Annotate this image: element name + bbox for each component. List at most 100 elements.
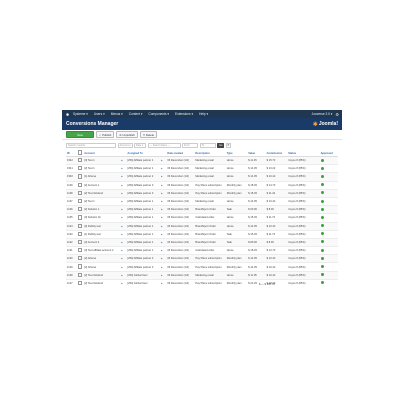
- info-icon[interactable]: ◈: [121, 274, 123, 277]
- user-menu[interactable]: Jooverse 2.0 ▾: [312, 112, 333, 116]
- info-icon[interactable]: ◈: [121, 241, 123, 244]
- info-icon[interactable]: ◈: [161, 282, 163, 285]
- menu-help[interactable]: Help ▾: [199, 112, 208, 116]
- info-icon[interactable]: ◈: [121, 167, 123, 170]
- cell-approved[interactable]: [319, 270, 338, 280]
- info-icon[interactable]: ◈: [121, 233, 123, 236]
- table-row[interactable]: 1542 [3] Test 1 ◈ [254] Affiliate partner 1…: [66, 155, 338, 165]
- menu-components[interactable]: Components ▾: [148, 112, 169, 116]
- published-icon[interactable]: [320, 183, 324, 187]
- info-icon[interactable]: ◈: [161, 249, 163, 252]
- info-icon[interactable]: ◈: [161, 159, 163, 162]
- menu-system[interactable]: Systeme ▾: [73, 112, 88, 116]
- info-icon[interactable]: ◈: [121, 216, 123, 219]
- joomla-icon[interactable]: ✱: [65, 112, 70, 117]
- cell-approved[interactable]: [319, 278, 338, 287]
- published-icon[interactable]: [320, 207, 324, 211]
- to-date-input[interactable]: To: [199, 142, 216, 148]
- info-icon[interactable]: ◈: [161, 257, 163, 260]
- cell-account[interactable]: [2] Test 1: [83, 164, 120, 173]
- cell-account[interactable]: [2] Athena: [83, 254, 120, 263]
- delete-button[interactable]: ✕ Delete: [139, 130, 158, 139]
- cell-approved[interactable]: [319, 213, 338, 222]
- cell-account[interactable]: [2] Test 1: [83, 196, 120, 206]
- info-icon[interactable]: ◈: [121, 257, 123, 260]
- table-row[interactable]: 1139 [2] Account 1 ◈ [254] Affiliate partne…: [66, 180, 338, 190]
- row-select-checkbox[interactable]: [77, 190, 82, 195]
- info-icon[interactable]: ◈: [121, 208, 123, 211]
- published-icon[interactable]: [320, 215, 324, 219]
- info-icon[interactable]: ◈: [161, 216, 163, 219]
- table-row[interactable]: 1138 [2] Test dividend ◈ [254] Affiliate pa…: [66, 188, 338, 198]
- row-select-checkbox[interactable]: [77, 198, 82, 204]
- menu-content[interactable]: Content ▾: [129, 112, 143, 116]
- cell-assigned-to[interactable]: [254] Affiliate partner 1: [126, 205, 160, 214]
- published-icon[interactable]: [320, 158, 324, 162]
- info-icon[interactable]: ◈: [161, 192, 163, 195]
- published-icon[interactable]: [320, 256, 324, 260]
- published-icon[interactable]: [320, 191, 324, 195]
- gear-icon[interactable]: ⚙: [335, 112, 339, 117]
- cell-approved[interactable]: [319, 246, 338, 255]
- published-icon[interactable]: [320, 166, 324, 170]
- cell-approved[interactable]: [319, 205, 338, 214]
- published-icon[interactable]: [320, 174, 324, 178]
- info-icon[interactable]: ◈: [121, 225, 123, 228]
- published-icon[interactable]: [320, 281, 324, 285]
- select-all-checkbox[interactable]: [77, 150, 82, 155]
- cell-account[interactable]: [3] Test 1: [83, 155, 120, 165]
- published-icon[interactable]: [320, 265, 324, 269]
- info-icon[interactable]: ◈: [161, 184, 163, 187]
- cell-account[interactable]: [3] Dubbly test: [83, 221, 120, 231]
- menu-users[interactable]: Users ▾: [94, 112, 105, 116]
- cell-account[interactable]: [2] Test dividend: [83, 270, 120, 280]
- info-icon[interactable]: ◈: [161, 175, 163, 178]
- row-select-checkbox[interactable]: [77, 248, 82, 253]
- cell-account[interactable]: [1] Athena: [83, 172, 120, 182]
- cell-assigned-to[interactable]: [254] Affiliate partner 1: [126, 229, 160, 239]
- row-select-checkbox[interactable]: [77, 166, 82, 171]
- cell-approved[interactable]: [319, 172, 338, 182]
- cell-approved[interactable]: [319, 196, 338, 206]
- info-icon[interactable]: ◈: [121, 266, 123, 269]
- row-select-checkbox[interactable]: [77, 207, 82, 212]
- cell-account[interactable]: [3] Account 3: [83, 237, 120, 247]
- info-icon[interactable]: ◈: [121, 184, 123, 187]
- cell-assigned-to[interactable]: [254] Affiliate partner 1: [126, 213, 160, 222]
- info-icon[interactable]: ◈: [161, 167, 163, 170]
- cell-assigned-to[interactable]: [254] Affiliate partner 1: [126, 155, 160, 165]
- cell-assigned-to[interactable]: [254] Affiliate partner 3: [126, 188, 160, 198]
- table-row[interactable]: 1135 [3] Solution 1b ◈ [254] Affiliate part…: [66, 213, 338, 222]
- cell-account[interactable]: [3] Solution 1b: [83, 213, 120, 222]
- info-icon[interactable]: ◈: [161, 274, 163, 277]
- cell-assigned-to[interactable]: [254] Affiliate partner 1: [126, 196, 160, 206]
- cell-assigned-to[interactable]: [254] Affiliate partner 2: [126, 172, 160, 182]
- date-filter[interactable]: Date ▾: [134, 142, 146, 148]
- table-row[interactable]: 1134 [3] Dubbly test ◈ [254] Affiliate part…: [66, 221, 338, 231]
- info-icon[interactable]: ◈: [121, 249, 123, 252]
- cell-account[interactable]: [1] Dubbly test: [83, 229, 120, 239]
- cell-approved[interactable]: [319, 237, 338, 247]
- info-icon[interactable]: ◈: [161, 200, 163, 203]
- cell-assigned-to[interactable]: [254] Affiliate partner 3: [126, 262, 160, 272]
- cell-approved[interactable]: [319, 262, 338, 272]
- table-row[interactable]: 1540 [1] Athena ◈ [254] Affiliate partner 2…: [66, 172, 338, 182]
- table-row[interactable]: 1133 [1] Dubbly test ◈ [254] Affiliate part…: [66, 229, 338, 239]
- cell-approved[interactable]: [319, 164, 338, 173]
- row-select-checkbox[interactable]: [77, 158, 82, 163]
- cell-account[interactable]: [2] Test dividend: [83, 278, 120, 287]
- cell-account[interactable]: [2] Athena: [83, 262, 120, 272]
- info-icon[interactable]: ◈: [161, 233, 163, 236]
- row-select-checkbox[interactable]: [77, 174, 82, 179]
- cell-assigned-to[interactable]: [254] Affiliate partner 1: [126, 246, 160, 255]
- cell-assigned-to[interactable]: [254] Affiliate partner 1: [126, 164, 160, 173]
- info-icon[interactable]: ◈: [121, 175, 123, 178]
- row-select-checkbox[interactable]: [77, 280, 82, 285]
- row-select-checkbox[interactable]: [77, 182, 82, 187]
- table-row[interactable]: 1541 [2] Test 1 ◈ [254] Affiliate partner 1…: [66, 164, 338, 173]
- info-icon[interactable]: ◈: [161, 266, 163, 269]
- row-select-checkbox[interactable]: [77, 264, 82, 269]
- table-row[interactable]: 1131 [3] Test affiliate account 2 ◈ [254] A…: [66, 246, 338, 255]
- cell-approved[interactable]: [319, 180, 338, 190]
- table-row[interactable]: 1130 [2] Athena ◈ [254] Affiliate partner 3…: [66, 254, 338, 263]
